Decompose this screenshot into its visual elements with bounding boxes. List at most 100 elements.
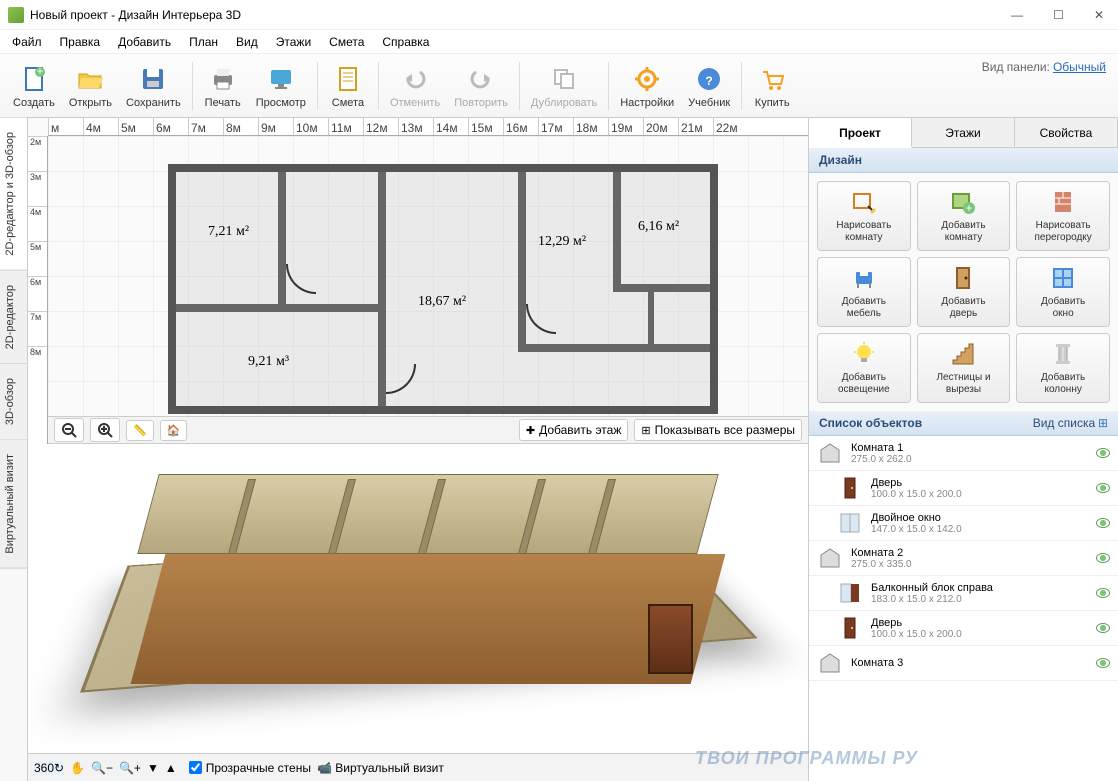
titlebar: Новый проект - Дизайн Интерьера 3D — ☐ ✕ (0, 0, 1118, 30)
object-item[interactable]: Комната 1275.0 x 262.0 (809, 436, 1118, 471)
vtab-0[interactable]: 2D-редактор и 3D-обзор (0, 118, 27, 271)
ruler-horizontal: м4м5м6м7м8м9м10м11м12м13м14м15м16м17м18м… (48, 118, 808, 136)
visibility-eye-icon[interactable] (1096, 658, 1110, 668)
file-new-icon: + (18, 63, 50, 95)
object-item[interactable]: Комната 2275.0 x 335.0 (809, 541, 1118, 576)
rotate-360-button[interactable]: 360↻ (34, 761, 64, 775)
toolbar-gear[interactable]: Настройки (613, 59, 681, 113)
redo-icon (465, 63, 497, 95)
design-add-room[interactable]: +Добавитькомнату (917, 181, 1011, 251)
panel-view-link[interactable]: Обычный (1053, 60, 1106, 74)
menu-Смета[interactable]: Смета (321, 32, 372, 52)
menu-Этажи[interactable]: Этажи (268, 32, 319, 52)
home-button[interactable]: 🏠 (160, 420, 188, 441)
save-icon (137, 63, 169, 95)
floor-plan[interactable]: 7,21 м² 18,67 м² 12,29 м² 6,16 м² 9,21 м… (168, 164, 718, 419)
vtab-1[interactable]: 2D-редактор (0, 271, 27, 364)
menu-План[interactable]: План (181, 32, 226, 52)
vtab-3[interactable]: Виртуальный визит (0, 440, 27, 569)
visibility-eye-icon[interactable] (1096, 483, 1110, 493)
pitch-up-button[interactable]: ▲ (165, 761, 177, 775)
menubar: ФайлПравкаДобавитьПланВидЭтажиСметаСправ… (0, 30, 1118, 54)
menu-Правка[interactable]: Правка (52, 32, 109, 52)
toolbar-folder-open[interactable]: Открыть (62, 59, 119, 113)
monitor-icon (265, 63, 297, 95)
room-icon (817, 440, 843, 466)
left-vertical-tabs: 2D-редактор и 3D-обзор2D-редактор3D-обзо… (0, 118, 28, 781)
toolbar-help[interactable]: ?Учебник (681, 59, 737, 113)
object-item[interactable]: Балконный блок справа183.0 x 15.0 x 212.… (809, 576, 1118, 611)
list-view-icon[interactable]: ⊞ (1098, 416, 1108, 430)
design-tools-grid: Нарисоватькомнату+ДобавитькомнатуНарисов… (809, 173, 1118, 411)
furniture-icon (850, 264, 878, 292)
floor-2d-toolbar: 📏 🏠 ✚ Добавить этаж ⊞ Показывать все раз… (48, 416, 808, 444)
door-icon (949, 264, 977, 292)
grid-2d[interactable]: 7,21 м² 18,67 м² 12,29 м² 6,16 м² 9,21 м… (48, 136, 808, 436)
visibility-eye-icon[interactable] (1096, 553, 1110, 563)
visibility-eye-icon[interactable] (1096, 448, 1110, 458)
room-icon (817, 650, 843, 676)
add-floor-button[interactable]: ✚ Добавить этаж (519, 419, 629, 441)
design-stairs[interactable]: Лестницы ивырезы (917, 333, 1011, 403)
add-room-icon: + (949, 188, 977, 216)
visibility-eye-icon[interactable] (1096, 518, 1110, 528)
toolbar-estimate[interactable]: Смета (322, 59, 374, 113)
object-item[interactable]: Комната 3 (809, 646, 1118, 681)
svg-text:+: + (36, 64, 43, 78)
zoom-in-3d-button[interactable]: 🔍+ (119, 761, 141, 775)
rtab-Проект[interactable]: Проект (809, 118, 912, 148)
light-icon (850, 340, 878, 368)
design-furniture[interactable]: Добавитьмебель (817, 257, 911, 327)
visibility-eye-icon[interactable] (1096, 588, 1110, 598)
pitch-down-button[interactable]: ▼ (147, 761, 159, 775)
toolbar-save[interactable]: Сохранить (119, 59, 188, 113)
zoom-in-button[interactable] (90, 418, 120, 442)
view-3d[interactable] (28, 444, 808, 753)
menu-Файл[interactable]: Файл (4, 32, 50, 52)
undo-icon (399, 63, 431, 95)
rtab-Свойства[interactable]: Свойства (1015, 118, 1118, 147)
folder-open-icon (74, 63, 106, 95)
zoom-out-3d-button[interactable]: 🔍− (91, 761, 113, 775)
maximize-button[interactable]: ☐ (1047, 6, 1070, 24)
show-dimensions-button[interactable]: ⊞ Показывать все размеры (634, 419, 802, 441)
object-item[interactable]: Двойное окно147.0 x 15.0 x 142.0 (809, 506, 1118, 541)
minimize-button[interactable]: — (1005, 6, 1029, 24)
toolbar-cart[interactable]: Купить (746, 59, 798, 113)
design-light[interactable]: Добавитьосвещение (817, 333, 911, 403)
object-item[interactable]: Дверь100.0 x 15.0 x 200.0 (809, 611, 1118, 646)
pan-button[interactable]: ✋ (70, 761, 85, 775)
design-column[interactable]: Добавитьколонну (1016, 333, 1110, 403)
cart-icon (756, 63, 788, 95)
design-door[interactable]: Добавитьдверь (917, 257, 1011, 327)
stairs-icon (949, 340, 977, 368)
design-window[interactable]: Добавитьокно (1016, 257, 1110, 327)
main-toolbar: +СоздатьОткрытьСохранитьПечатьПросмотрСм… (0, 54, 1118, 118)
rtab-Этажи[interactable]: Этажи (912, 118, 1015, 147)
menu-Справка[interactable]: Справка (374, 32, 437, 52)
toolbar-printer[interactable]: Печать (197, 59, 249, 113)
menu-Добавить[interactable]: Добавить (110, 32, 179, 52)
view-3d-toolbar: 360↻ ✋ 🔍− 🔍+ ▼ ▲ Прозрачные стены 📹 Вирт… (28, 753, 808, 781)
objects-list: Комната 1275.0 x 262.0Дверь100.0 x 15.0 … (809, 436, 1118, 781)
design-draw-room[interactable]: Нарисоватькомнату (817, 181, 911, 251)
window-icon (1049, 264, 1077, 292)
transparent-walls-checkbox[interactable]: Прозрачные стены (189, 761, 311, 775)
close-button[interactable]: ✕ (1088, 6, 1110, 24)
zoom-out-button[interactable] (54, 418, 84, 442)
visibility-eye-icon[interactable] (1096, 623, 1110, 633)
toolbar-monitor[interactable]: Просмотр (249, 59, 313, 113)
right-tabs: ПроектЭтажиСвойства (809, 118, 1118, 148)
toolbar-undo: Отменить (383, 59, 447, 113)
virtual-visit-button[interactable]: 📹 Виртуальный визит (317, 761, 444, 775)
app-icon (8, 7, 24, 23)
vtab-2[interactable]: 3D-обзор (0, 364, 27, 440)
partition-icon (1049, 188, 1077, 216)
toolbar-file-new[interactable]: +Создать (6, 59, 62, 113)
ruler-button[interactable]: 📏 (126, 420, 154, 441)
toolbar-duplicate: Дублировать (524, 59, 604, 113)
balcony-icon (837, 580, 863, 606)
object-item[interactable]: Дверь100.0 x 15.0 x 200.0 (809, 471, 1118, 506)
menu-Вид[interactable]: Вид (228, 32, 266, 52)
design-partition[interactable]: Нарисоватьперегородку (1016, 181, 1110, 251)
